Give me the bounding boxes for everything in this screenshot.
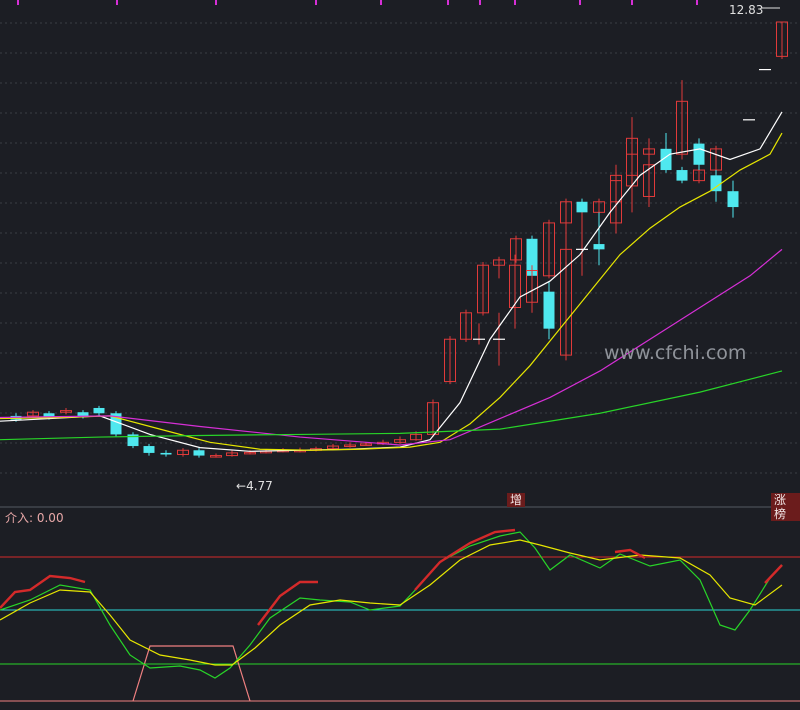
tag-zhangbang: 涨榜 xyxy=(771,493,800,521)
candle-body-down xyxy=(660,148,672,155)
high-price-label: 12.83 xyxy=(729,3,764,17)
signal-red-1 xyxy=(0,574,86,609)
candle-body-down xyxy=(143,446,155,453)
signal-red-3 xyxy=(414,528,516,591)
pink-signal xyxy=(132,645,251,702)
candle-body-down xyxy=(77,412,89,416)
candle-body-down xyxy=(593,244,605,250)
watermark: www.cfchi.com xyxy=(604,342,747,364)
tag-zeng: 增 xyxy=(507,493,526,507)
candle-body-down xyxy=(710,175,722,192)
candle-body-down xyxy=(543,291,555,329)
indicator-label: 介入: 0.00 xyxy=(5,511,64,525)
candle-body-down xyxy=(676,170,688,181)
oscillator-yellow xyxy=(0,539,783,666)
candle-body-down xyxy=(160,452,172,455)
candle-body-down xyxy=(727,191,739,208)
candle-body-down xyxy=(193,450,205,456)
signal-red-2 xyxy=(257,580,318,626)
signal-red-5 xyxy=(764,564,783,584)
candle-body-down xyxy=(576,201,588,213)
ma10-line xyxy=(0,132,783,451)
low-price-label: ←4.77 xyxy=(236,479,273,493)
candle-body-down xyxy=(693,143,705,165)
chart-stage: 12.83 ←4.77 www.cfchi.com 增 涨榜 介入: 0.00 xyxy=(0,0,800,706)
candle-body-down xyxy=(93,407,105,414)
